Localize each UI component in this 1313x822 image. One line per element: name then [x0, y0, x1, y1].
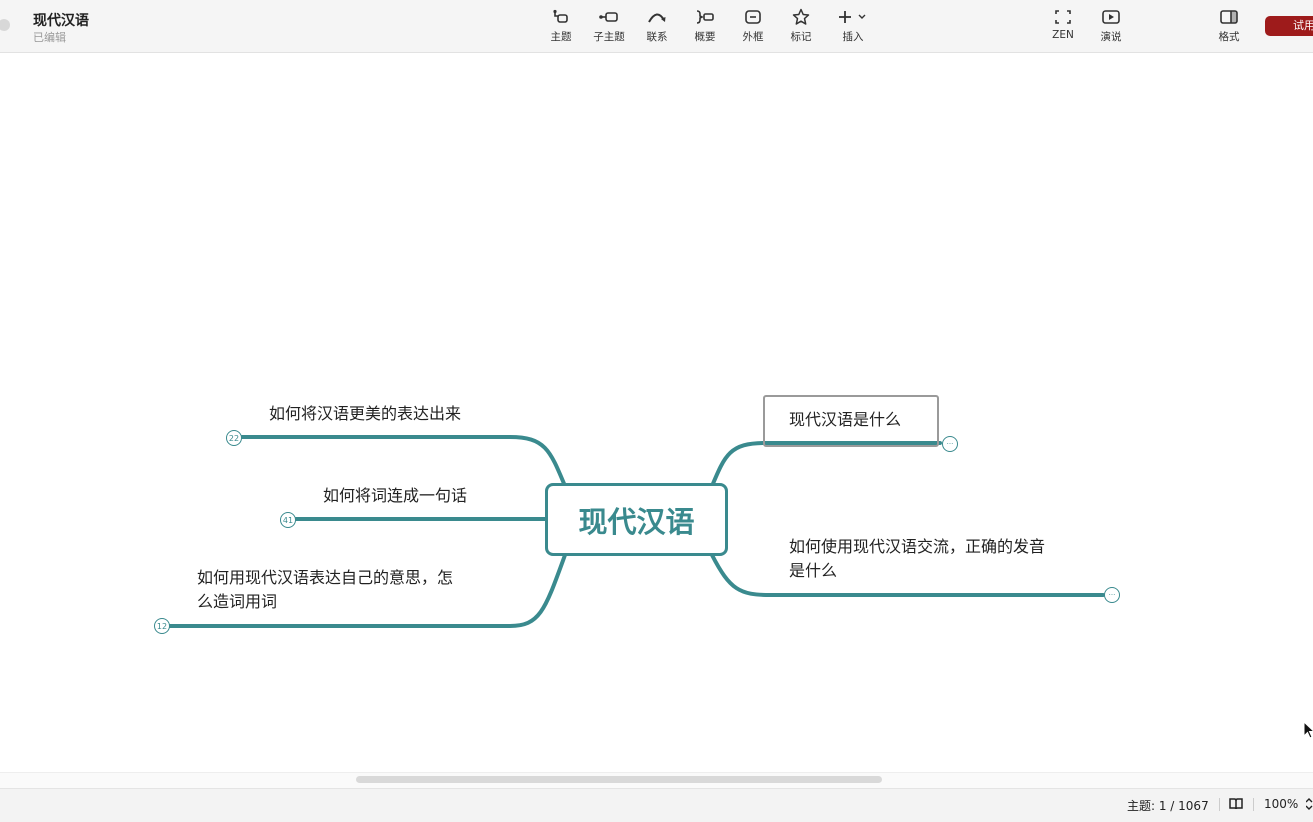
topic-right-2-line1: 如何使用现代汉语交流，正确的发音 [789, 537, 1046, 556]
status-divider [1219, 798, 1220, 811]
zoom-level[interactable]: 100% [1264, 797, 1298, 811]
connector-right-2 [710, 553, 1105, 597]
topic-count: 主题: 1 / 1067 [1127, 799, 1209, 813]
topic-left-3-line1: 如何用现代汉语表达自己的意思，怎 [197, 568, 454, 587]
collapse-count-badge[interactable]: 12 [154, 618, 170, 634]
topic-left-1[interactable]: 如何将汉语更美的表达出来 [269, 402, 461, 426]
collapse-count-badge[interactable]: 41 [280, 512, 296, 528]
collapse-count-badge[interactable]: 22 [226, 430, 242, 446]
connector-left-1 [240, 435, 567, 488]
expand-more-icon[interactable]: ··· [1104, 587, 1120, 603]
topic-right-1[interactable]: 现代汉语是什么 [789, 408, 901, 432]
outline-book-icon[interactable] [1228, 796, 1244, 815]
status-bar [0, 788, 1313, 822]
zoom-stepper-icon[interactable] [1305, 796, 1313, 815]
status-divider [1253, 798, 1254, 811]
horizontal-scrollbar-thumb[interactable] [356, 776, 882, 783]
topic-left-2[interactable]: 如何将词连成一句话 [323, 484, 467, 508]
topic-right-2-line2: 是什么 [789, 561, 838, 580]
central-topic[interactable]: 现代汉语 [545, 483, 728, 556]
topic-left-3-line2: 么造词用词 [197, 592, 278, 611]
connector-right-1 [710, 441, 942, 488]
expand-more-icon[interactable]: ··· [942, 436, 958, 452]
mouse-cursor-icon [1303, 720, 1313, 743]
branch-connectors [168, 435, 1105, 628]
